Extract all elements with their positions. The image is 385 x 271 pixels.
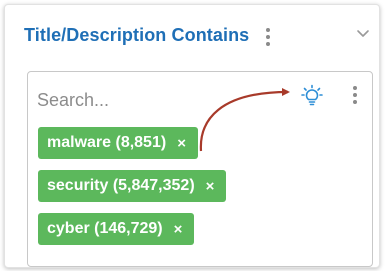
tag-label: security (5,847,352) — [47, 177, 195, 194]
filter-tag[interactable]: malware (8,851) × — [38, 127, 198, 159]
remove-tag-icon[interactable]: × — [206, 179, 215, 194]
remove-tag-icon[interactable]: × — [177, 136, 186, 151]
title-menu-icon[interactable] — [260, 26, 276, 48]
tag-label: cyber (146,729) — [47, 220, 163, 237]
filter-panel: Title/Description Contains malware (8,85 — [4, 4, 380, 268]
box-menu-icon[interactable] — [347, 84, 363, 106]
search-input[interactable] — [37, 86, 237, 114]
filter-box: malware (8,851) × security (5,847,352) ×… — [27, 71, 373, 267]
tag-label: malware (8,851) — [47, 134, 167, 151]
filter-tag[interactable]: security (5,847,352) × — [38, 170, 227, 202]
remove-tag-icon[interactable]: × — [174, 222, 183, 237]
panel-title: Title/Description Contains — [24, 25, 250, 45]
filter-tag[interactable]: cyber (146,729) × — [38, 213, 195, 245]
lightbulb-icon[interactable] — [300, 84, 324, 108]
chevron-down-icon[interactable] — [355, 25, 371, 41]
